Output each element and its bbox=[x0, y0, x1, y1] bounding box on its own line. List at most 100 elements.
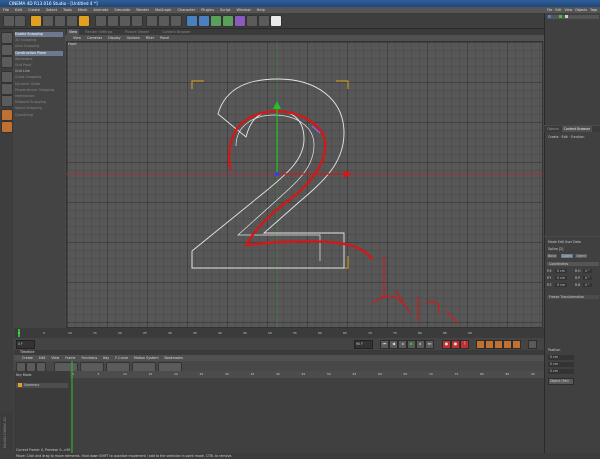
scene-icon[interactable] bbox=[246, 15, 258, 27]
nurbs-icon[interactable] bbox=[210, 15, 222, 27]
render-view-icon[interactable] bbox=[146, 15, 158, 27]
snap-item[interactable]: Guide Snapping bbox=[15, 75, 63, 80]
object-row[interactable] bbox=[547, 15, 599, 19]
coordinate-row[interactable]: P.Y 0 cm R.P 0 ° bbox=[547, 276, 599, 281]
snap-item[interactable]: Workplane bbox=[15, 57, 63, 62]
coordinate-system-icon[interactable] bbox=[131, 15, 143, 27]
viewport-scene[interactable] bbox=[66, 41, 543, 328]
summary-row[interactable]: Summary bbox=[16, 383, 68, 388]
position-field[interactable]: 0 cm bbox=[548, 369, 574, 374]
z-axis-icon[interactable] bbox=[119, 15, 131, 27]
point-level-key-button[interactable] bbox=[512, 340, 521, 349]
render-settings-icon[interactable] bbox=[170, 15, 182, 27]
position-key-button[interactable] bbox=[476, 340, 485, 349]
model-mode-icon[interactable] bbox=[1, 32, 13, 44]
snap-item[interactable]: Enable Snapping bbox=[15, 32, 63, 37]
axis-value-field[interactable]: 0 cm bbox=[555, 269, 567, 273]
timeline-graph[interactable] bbox=[70, 371, 544, 453]
workplane-icon[interactable] bbox=[1, 56, 13, 68]
snap-item[interactable]: Intersection bbox=[15, 94, 63, 99]
snap-item[interactable]: 3D Snapping bbox=[15, 38, 63, 43]
axis-value-field[interactable]: 0 cm bbox=[555, 276, 567, 280]
attribute-tab[interactable]: Object bbox=[575, 254, 588, 258]
next-key-button[interactable]: ▸ bbox=[416, 340, 425, 349]
timeline-layout-button[interactable] bbox=[528, 340, 537, 349]
autokey-button[interactable]: ● bbox=[451, 340, 460, 349]
render-picture-viewer-icon[interactable] bbox=[158, 15, 170, 27]
x-axis-icon[interactable] bbox=[95, 15, 107, 27]
window-title: CINEMA 4D R13.016 Studio - [Untitled 4 *… bbox=[0, 0, 600, 7]
rotate-icon[interactable] bbox=[66, 15, 78, 27]
render-dot-icon bbox=[565, 15, 568, 18]
axis-value-field[interactable]: 0 cm bbox=[555, 283, 567, 287]
snap-item[interactable]: Spline Snapping bbox=[15, 106, 63, 111]
snapping-icon[interactable] bbox=[1, 109, 13, 121]
object-manager[interactable] bbox=[544, 13, 600, 125]
content-browser[interactable]: Create · Edit · Function bbox=[544, 132, 600, 236]
snap-item[interactable]: Quantizing bbox=[15, 113, 63, 118]
pen-icon[interactable] bbox=[198, 15, 210, 27]
live-selection-icon[interactable] bbox=[30, 15, 42, 27]
position-field[interactable]: 0 cm bbox=[548, 362, 574, 367]
timeline-playhead[interactable] bbox=[70, 361, 74, 453]
snap-item[interactable]: Grid Line bbox=[15, 69, 63, 74]
ruler-tick: 75 bbox=[393, 331, 397, 335]
go-to-start-button[interactable]: ⏮ bbox=[380, 340, 389, 349]
points-mode-icon[interactable] bbox=[1, 71, 13, 83]
cube-icon[interactable] bbox=[186, 15, 198, 27]
coordinates-section[interactable]: Coordinates bbox=[547, 262, 599, 266]
record-button[interactable]: ● bbox=[442, 340, 451, 349]
scale-icon[interactable] bbox=[54, 15, 66, 27]
time-ruler[interactable]: 0 5 10 15 20 25 30 35 40 45 50 55 60 65 70 75 80 85 90 bbox=[14, 328, 544, 338]
snap-item[interactable]: Grid Point bbox=[15, 63, 63, 68]
y-axis-icon[interactable] bbox=[107, 15, 119, 27]
summary-label: Summary bbox=[24, 383, 40, 387]
snap-item[interactable]: Midpoint Snapping bbox=[15, 100, 63, 105]
recent-tools-icon[interactable] bbox=[78, 15, 90, 27]
coordinates-title: Position bbox=[548, 348, 561, 352]
attribute-object-title: Spline [2] bbox=[548, 247, 564, 251]
timeline-tick: 30 bbox=[225, 372, 229, 376]
edges-mode-icon[interactable] bbox=[1, 83, 13, 95]
rotation-value-field[interactable]: 0 ° bbox=[583, 276, 592, 280]
rotation-value-field[interactable]: 0 ° bbox=[583, 269, 592, 273]
snap-item[interactable]: Perpendicular Snapping bbox=[15, 88, 63, 93]
timeline-toolbar bbox=[14, 361, 544, 372]
freeze-transformation-section[interactable]: Freeze Transformation bbox=[547, 295, 599, 299]
attribute-tab[interactable]: Coord. bbox=[561, 254, 574, 258]
keyframe-selection-button[interactable]: ? bbox=[460, 340, 469, 349]
end-frame-field[interactable]: 90 F bbox=[354, 340, 373, 349]
ruler-tick: 85 bbox=[443, 331, 447, 335]
play-backwards-button[interactable]: ◂ bbox=[398, 340, 407, 349]
coordinate-row[interactable]: P.Z 0 cm R.B 0 ° bbox=[547, 283, 599, 288]
polygons-mode-icon[interactable] bbox=[1, 95, 13, 107]
snap-item[interactable]: Dynamic Guide bbox=[15, 82, 63, 87]
move-icon[interactable] bbox=[42, 15, 54, 27]
parameter-key-button[interactable] bbox=[503, 340, 512, 349]
texture-mode-icon[interactable] bbox=[1, 44, 13, 56]
light-icon[interactable] bbox=[270, 15, 282, 27]
timeline-tick: 20 bbox=[174, 372, 178, 376]
ruler-tick: 25 bbox=[143, 331, 147, 335]
camera-icon[interactable] bbox=[258, 15, 270, 27]
snap-item[interactable]: Auto Snapping bbox=[15, 44, 63, 49]
timeline-ruler[interactable]: 0 5 10 15 20 25 30 35 40 45 50 55 60 65 70 75 80 85 90 bbox=[70, 371, 544, 378]
coordinate-row[interactable]: P.X 0 cm R.H 0 ° bbox=[547, 269, 599, 274]
bbox-corner-bl bbox=[191, 256, 204, 269]
redo-icon[interactable] bbox=[14, 15, 26, 27]
tweak-icon[interactable] bbox=[1, 121, 13, 133]
scale-key-button[interactable] bbox=[485, 340, 494, 349]
array-icon[interactable] bbox=[222, 15, 234, 27]
rotation-value-field[interactable]: 0 ° bbox=[583, 283, 592, 287]
deformer-icon[interactable] bbox=[234, 15, 246, 27]
previous-key-button[interactable]: ◀ bbox=[389, 340, 398, 349]
position-field[interactable]: 0 cm bbox=[548, 355, 574, 360]
ruler-tick: 50 bbox=[268, 331, 272, 335]
start-frame-field[interactable]: 0 F bbox=[16, 340, 35, 349]
object-rel-dropdown[interactable]: Object (Rel) bbox=[548, 378, 574, 385]
play-button[interactable]: ▶ bbox=[407, 340, 416, 349]
go-to-end-button[interactable]: ⏭ bbox=[425, 340, 434, 349]
snap-item[interactable]: Construction Plane bbox=[15, 50, 63, 56]
rotation-key-button[interactable] bbox=[494, 340, 503, 349]
attribute-tab[interactable]: Basic bbox=[547, 254, 558, 258]
